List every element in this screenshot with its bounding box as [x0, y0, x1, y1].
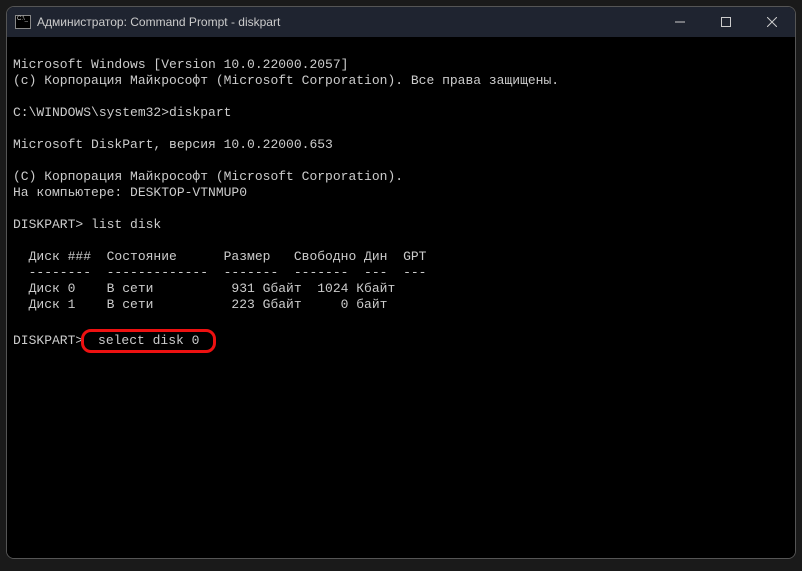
diskpart-prompt: DISKPART> — [13, 333, 83, 349]
blank-line — [13, 89, 21, 104]
maximize-button[interactable] — [703, 7, 749, 37]
output-line: Microsoft DiskPart, версия 10.0.22000.65… — [13, 137, 333, 152]
blank-line — [13, 233, 21, 248]
command-prompt-window: Администратор: Command Prompt - diskpart… — [6, 6, 796, 559]
table-header: Диск ### Состояние Размер Свободно Дин G… — [13, 249, 426, 264]
minimize-button[interactable] — [657, 7, 703, 37]
table-row: Диск 0 В сети 931 Gбайт 1024 Кбайт — [13, 281, 395, 296]
table-row: Диск 1 В сети 223 Gбайт 0 байт — [13, 297, 387, 312]
prompt-line: C:\WINDOWS\system32>diskpart — [13, 105, 231, 120]
output-line: Microsoft Windows [Version 10.0.22000.20… — [13, 57, 348, 72]
blank-line — [13, 121, 21, 136]
prompt-line: DISKPART> list disk — [13, 217, 161, 232]
window-controls — [657, 7, 795, 37]
window-title: Администратор: Command Prompt - diskpart — [37, 15, 280, 29]
terminal-output[interactable]: Microsoft Windows [Version 10.0.22000.20… — [7, 37, 795, 558]
blank-line — [13, 313, 21, 328]
highlighted-command: select disk 0 — [81, 329, 216, 353]
typed-command: list disk — [91, 217, 161, 232]
current-prompt-line: DISKPART> select disk 0 — [13, 329, 789, 353]
cmd-icon — [15, 15, 31, 29]
typed-command: select disk 0 — [90, 333, 207, 348]
output-line: На компьютере: DESKTOP-VTNMUP0 — [13, 185, 247, 200]
close-button[interactable] — [749, 7, 795, 37]
output-line: (C) Корпорация Майкрософт (Microsoft Cor… — [13, 169, 403, 184]
output-line: (c) Корпорация Майкрософт (Microsoft Cor… — [13, 73, 559, 88]
titlebar[interactable]: Администратор: Command Prompt - diskpart — [7, 7, 795, 37]
blank-line — [13, 153, 21, 168]
diskpart-prompt: DISKPART> — [13, 217, 91, 232]
prompt-path: C:\WINDOWS\system32> — [13, 105, 169, 120]
table-separator: -------- ------------- ------- ------- -… — [13, 265, 426, 280]
blank-line — [13, 201, 21, 216]
typed-command: diskpart — [169, 105, 231, 120]
